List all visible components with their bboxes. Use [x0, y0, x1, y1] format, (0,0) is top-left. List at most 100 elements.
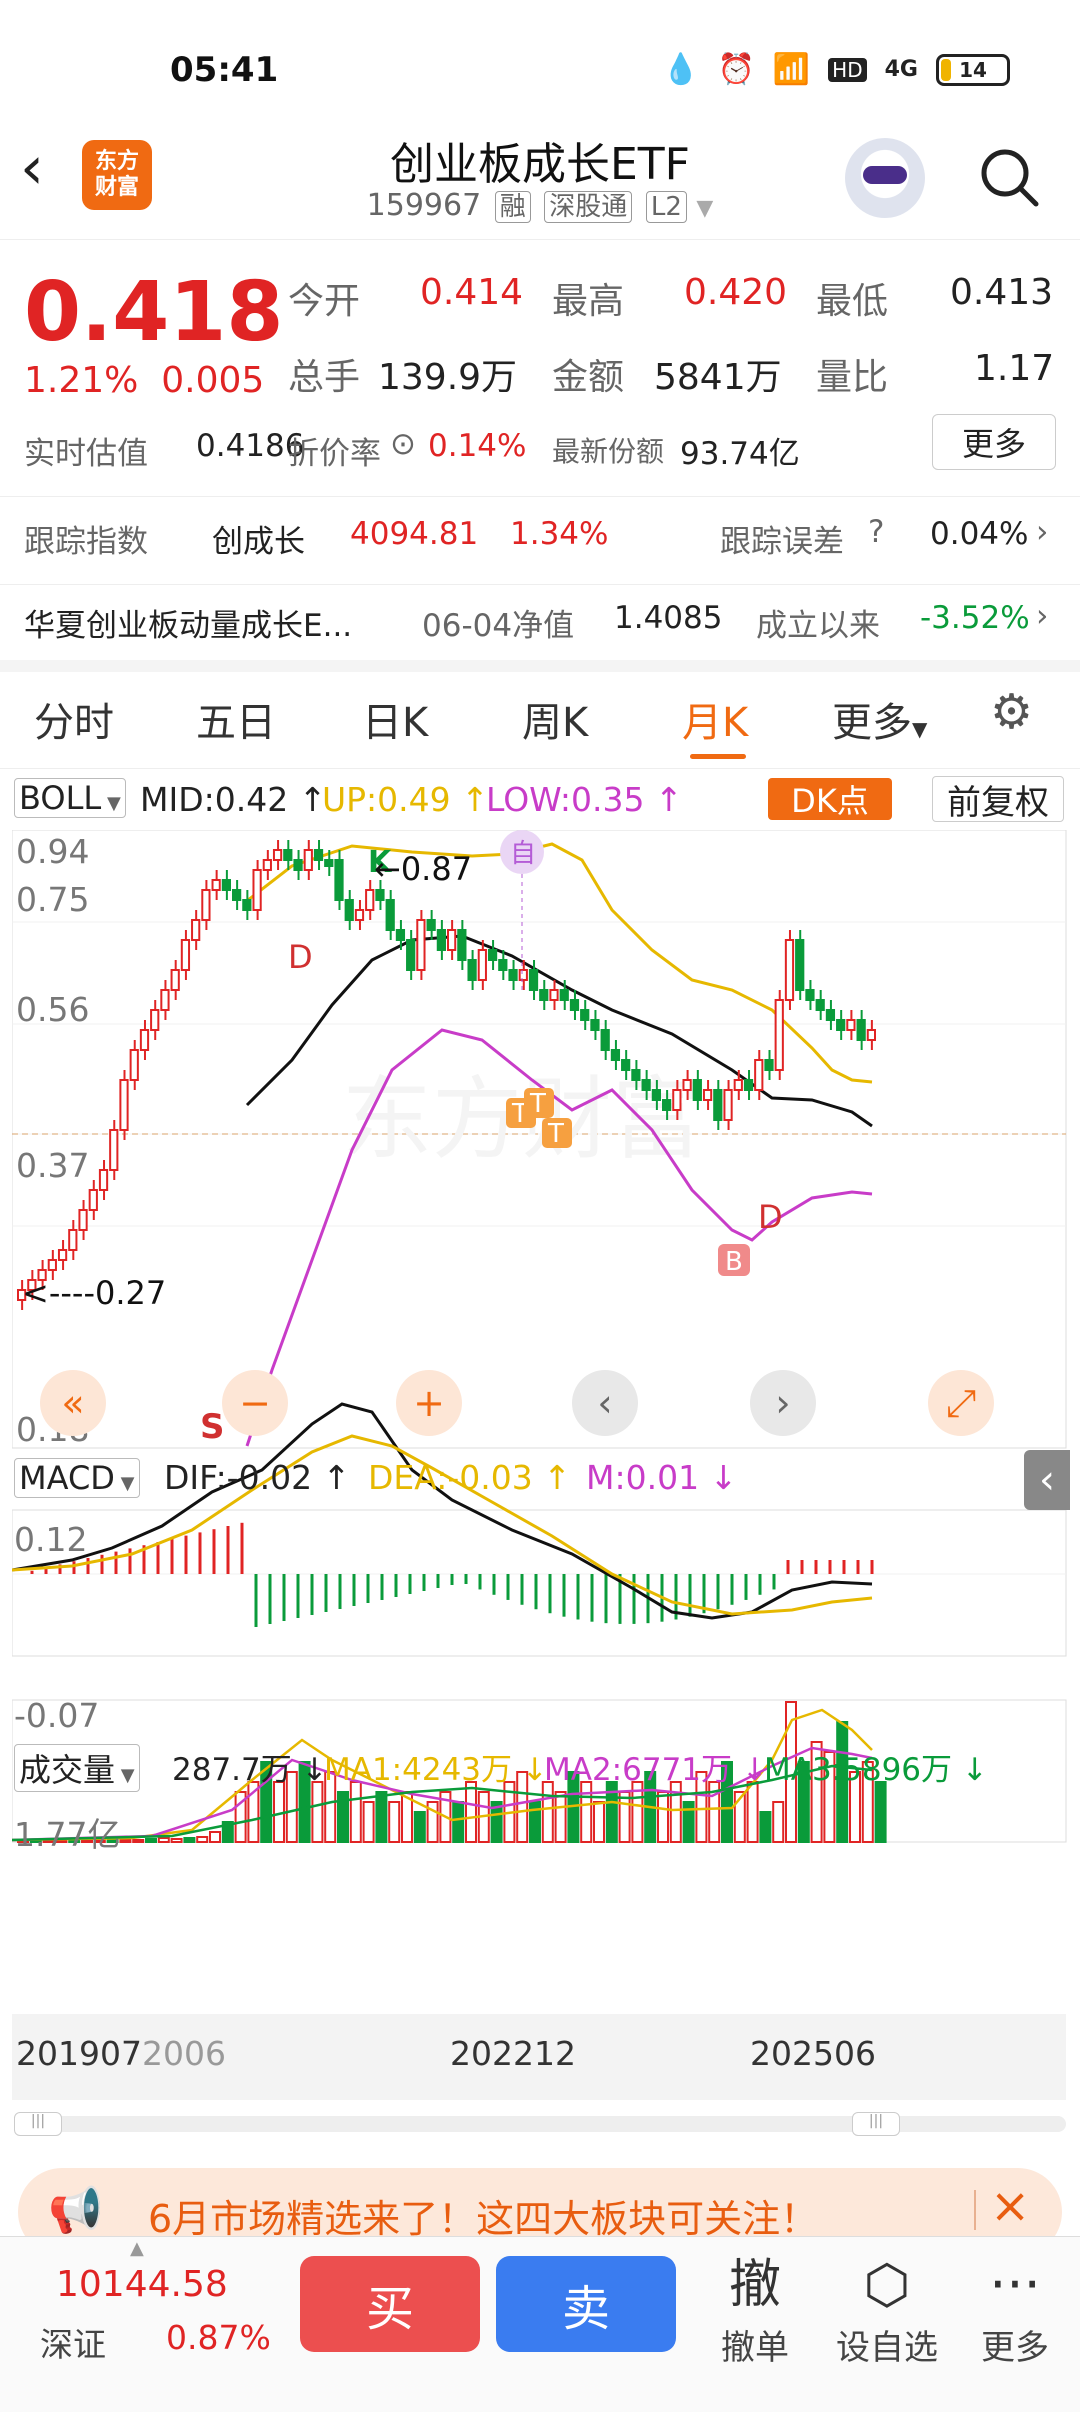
candle-body [160, 989, 170, 1011]
premium-label: 折价率 [288, 436, 381, 472]
cancel-order-button[interactable]: 撤 撤单 [700, 2250, 810, 2369]
range-handle-right[interactable]: ||| [852, 2112, 900, 2136]
tracking-index-pct: 1.34% [510, 516, 609, 552]
volume-bar [554, 1791, 567, 1843]
volume-bar [657, 1791, 669, 1843]
y-axis-label: 0.94 [16, 832, 90, 871]
price-change: 1.21% 0.005 [24, 360, 265, 401]
candle-body [651, 1089, 661, 1101]
buy-button[interactable]: 买 [300, 2256, 480, 2352]
megaphone-icon: 📢 [48, 2185, 103, 2236]
candle-body [723, 1089, 733, 1121]
gear-icon[interactable]: ⚙ [990, 684, 1033, 740]
ratio-value: 1.17 [974, 348, 1055, 389]
help-icon[interactable]: ? [868, 514, 884, 550]
candle-body [354, 909, 365, 921]
tab-daily-k[interactable]: 日K [362, 690, 428, 748]
fullscreen-icon[interactable]: ⤢ [928, 1370, 994, 1436]
candle-body [242, 899, 252, 911]
candle-body [692, 1079, 702, 1101]
candle-body [201, 889, 211, 921]
volume-bar [145, 1838, 157, 1843]
candle-body [672, 1089, 682, 1111]
tab-intraday[interactable]: 分时 [34, 690, 114, 748]
shares-label: 最新份额 [552, 435, 665, 468]
candle-body [702, 1089, 713, 1101]
candle-body [569, 999, 580, 1011]
sell-button[interactable]: 卖 [496, 2256, 676, 2352]
scroll-left-fast-icon[interactable]: « [40, 1370, 106, 1436]
add-watchlist-label: 设自选 [836, 2328, 938, 2368]
market-index-value: 10144.58 [56, 2264, 228, 2305]
volume-bar [618, 1791, 631, 1843]
candle-body [641, 1079, 651, 1091]
tracking-error-label: 跟踪误差 [720, 524, 844, 560]
more-dots-icon: ··· [989, 2253, 1041, 2316]
candle-body [334, 859, 344, 901]
status-time: 05:41 [170, 50, 279, 90]
marker-d: D [288, 938, 313, 976]
volume-value: 139.9万 [378, 357, 518, 398]
shares-value: 93.74亿 [680, 436, 800, 472]
tab-more[interactable]: 更多▼ [832, 690, 927, 748]
tab-5day[interactable]: 五日 [196, 690, 276, 748]
candle-body [170, 969, 180, 991]
macd-m: M:0.01 ↓ [586, 1458, 738, 1497]
assistant-robot-icon[interactable] [845, 138, 925, 218]
zoom-in-icon[interactable]: + [396, 1370, 462, 1436]
candle-body [416, 919, 426, 971]
macd-y-bottom: -0.07 [14, 1696, 100, 1735]
info-icon[interactable]: ⊙ [390, 426, 416, 462]
quote-more-button[interactable]: 更多 [932, 414, 1056, 470]
volume-bar [183, 1837, 196, 1843]
range-handle-left[interactable]: ||| [14, 2112, 62, 2136]
marker-s: S [200, 1407, 225, 1447]
open-value: 0.414 [420, 272, 524, 313]
volume-bar [593, 1801, 605, 1843]
volume-bar [157, 1837, 170, 1843]
candle-body [549, 989, 559, 1001]
collapse-panel-icon[interactable]: ‹ [1024, 1450, 1070, 1510]
range-scrollbar[interactable] [14, 2116, 1066, 2132]
volume-bar [465, 1781, 477, 1843]
volume-bar [209, 1831, 221, 1843]
alarm-icon: ⏰ [717, 52, 755, 87]
volume-bar [196, 1836, 209, 1843]
candle-body [211, 879, 221, 891]
candle-body [836, 1019, 846, 1031]
candle-body [682, 1079, 692, 1091]
more-button[interactable]: ··· 更多 [960, 2250, 1070, 2369]
close-icon[interactable]: × [990, 2178, 1030, 2234]
adjust-button[interactable]: 前复权 [932, 776, 1064, 823]
fund-name: 华夏创业板动量成长E... [24, 608, 353, 644]
candle-body [621, 1059, 631, 1071]
candle-body [262, 859, 272, 871]
chevron-down-icon[interactable]: ▼ [696, 196, 713, 221]
candle-body [815, 999, 825, 1011]
marker-self: 自 [510, 839, 536, 869]
more-label: 更多 [981, 2328, 1049, 2368]
cancel-order-icon: 撤 [728, 2255, 781, 2315]
add-watchlist-button[interactable]: ⬡ 设自选 [832, 2250, 942, 2369]
tab-monthly-k[interactable]: 月K [682, 690, 748, 748]
chevron-right-icon[interactable]: › [750, 1370, 816, 1436]
marker-d2: D [758, 1198, 783, 1236]
candle-body [150, 1009, 160, 1031]
volume-ma1: MA1:4243万 ↓ [324, 1752, 548, 1788]
boll-indicator-select[interactable]: BOLL ▼ [14, 778, 126, 818]
chevron-left-icon[interactable]: ‹ [572, 1370, 638, 1436]
search-icon[interactable] [978, 146, 1040, 208]
volume-y-top: 1.77亿 [14, 1815, 121, 1854]
high-label: 最高 [552, 281, 625, 322]
tab-weekly-k[interactable]: 周K [522, 690, 588, 748]
y-axis-label: 0.56 [16, 990, 90, 1029]
candle-body [303, 849, 313, 871]
candle-body [590, 1019, 600, 1031]
volume-bar [362, 1801, 375, 1843]
macd-indicator-select[interactable]: MACD ▼ [14, 1458, 140, 1498]
dk-point-button[interactable]: DK点 [768, 778, 892, 820]
candle-body [539, 989, 549, 1001]
volume-indicator-select[interactable]: 成交量 ▼ [14, 1744, 140, 1792]
y-axis-label: 0.37 [16, 1146, 90, 1185]
zoom-out-icon[interactable]: − [222, 1370, 288, 1436]
